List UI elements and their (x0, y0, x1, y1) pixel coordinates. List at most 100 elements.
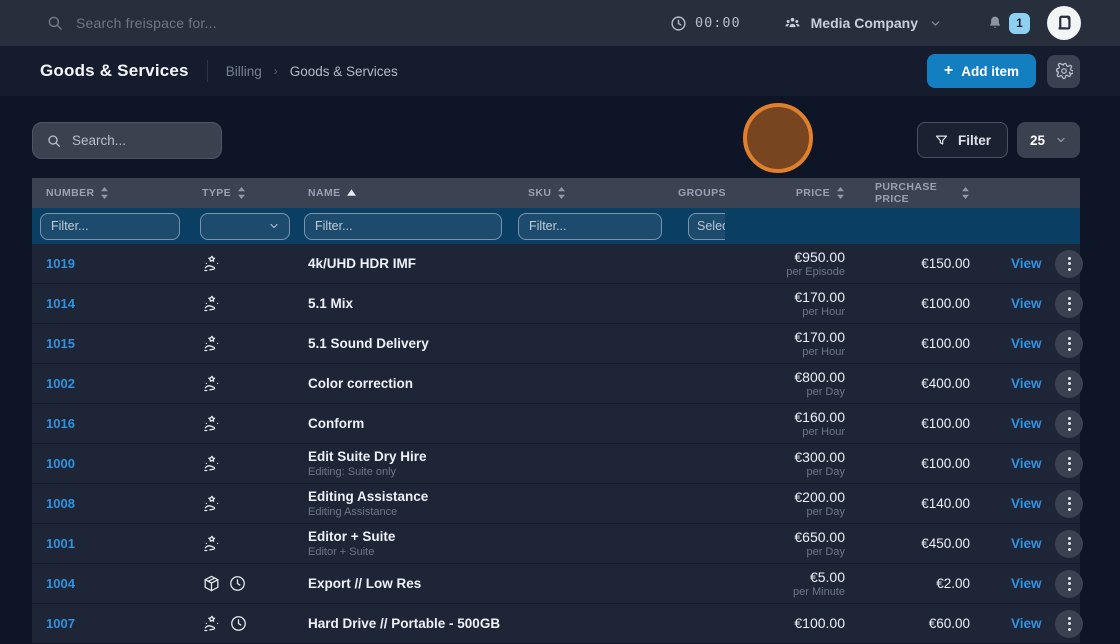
notifications-button[interactable]: 1 (986, 13, 1030, 34)
number-filter-input[interactable] (40, 213, 180, 240)
row-menu-button[interactable] (1055, 250, 1083, 278)
header-divider (207, 60, 208, 82)
filter-button-label: Filter (958, 133, 991, 148)
click-indicator (743, 103, 813, 173)
funnel-icon (934, 133, 949, 148)
view-link[interactable]: View (1011, 536, 1042, 551)
item-number-link[interactable]: 1019 (46, 256, 75, 271)
item-type-icons (188, 574, 294, 593)
item-purchase-price: €100.00 (875, 296, 1005, 311)
column-header-groups: GROUPS (664, 187, 750, 199)
page-header: Goods & Services Billing › Goods & Servi… (0, 46, 1120, 96)
row-menu-button[interactable] (1055, 330, 1083, 358)
page-size-select[interactable]: 25 (1017, 122, 1080, 158)
row-menu-button[interactable] (1055, 410, 1083, 438)
column-header-price[interactable]: PRICE (750, 187, 875, 199)
item-price-unit: per Episode (750, 267, 845, 278)
company-name: Media Company (811, 15, 918, 31)
breadcrumb: Billing › Goods & Services (226, 64, 398, 79)
item-purchase-price: €60.00 (875, 616, 1005, 631)
column-header-sku[interactable]: SKU (514, 187, 664, 199)
item-number-link[interactable]: 1000 (46, 456, 75, 471)
view-link[interactable]: View (1011, 576, 1042, 591)
item-price-unit: per Day (750, 547, 845, 558)
item-purchase-price: €100.00 (875, 416, 1005, 431)
settings-button[interactable] (1047, 55, 1080, 88)
row-menu-button[interactable] (1055, 530, 1083, 558)
type-filter-select[interactable] (200, 213, 290, 240)
item-name: Export // Low Res (308, 576, 514, 592)
item-name: Editor + Suite (308, 529, 514, 545)
view-link[interactable]: View (1011, 296, 1042, 311)
item-name: Conform (308, 416, 514, 432)
item-number-link[interactable]: 1004 (46, 576, 75, 591)
timer[interactable]: 00:00 (670, 15, 741, 32)
view-link[interactable]: View (1011, 416, 1042, 431)
view-link[interactable]: View (1011, 256, 1042, 271)
item-number-link[interactable]: 1002 (46, 376, 75, 391)
global-search-input[interactable]: Search freispace for... (46, 14, 670, 32)
item-number-link[interactable]: 1001 (46, 536, 75, 551)
clock-icon (228, 574, 247, 593)
company-switcher[interactable]: Media Company (783, 14, 942, 33)
item-number-link[interactable]: 1016 (46, 416, 75, 431)
item-price-unit: per Day (750, 387, 845, 398)
sort-icon (557, 187, 566, 199)
item-price: €300.00 (750, 449, 845, 465)
view-link[interactable]: View (1011, 376, 1042, 391)
view-link[interactable]: View (1011, 616, 1042, 631)
view-link[interactable]: View (1011, 456, 1042, 471)
item-name: 5.1 Mix (308, 296, 514, 312)
item-subtitle: Editing: Suite only (308, 467, 514, 478)
row-menu-button[interactable] (1055, 290, 1083, 318)
item-purchase-price: €150.00 (875, 256, 1005, 271)
item-number-link[interactable]: 1014 (46, 296, 75, 311)
item-purchase-price: €100.00 (875, 456, 1005, 471)
hand-sparkle-icon (202, 334, 222, 354)
item-price-unit: per Hour (750, 347, 845, 358)
avatar[interactable] (1047, 6, 1081, 40)
item-price: €170.00 (750, 289, 845, 305)
view-link[interactable]: View (1011, 496, 1042, 511)
row-menu-button[interactable] (1055, 570, 1083, 598)
row-menu-button[interactable] (1055, 490, 1083, 518)
table-row: 1016 Conform €160.00 per Hour €100.00 Vi… (32, 404, 1080, 444)
view-link[interactable]: View (1011, 336, 1042, 351)
item-purchase-price: €2.00 (875, 576, 1005, 591)
column-header-name[interactable]: NAME (294, 187, 514, 199)
item-price-unit: per Day (750, 507, 845, 518)
item-name: Edit Suite Dry Hire (308, 449, 514, 465)
breadcrumb-billing[interactable]: Billing (226, 64, 262, 79)
filter-button[interactable]: Filter (917, 122, 1008, 158)
row-menu-button[interactable] (1055, 370, 1083, 398)
item-number-link[interactable]: 1007 (46, 616, 75, 631)
item-number-link[interactable]: 1015 (46, 336, 75, 351)
table-row: 1001 Editor + Suite Editor + Suite €650.… (32, 524, 1080, 564)
column-header-purchase-price[interactable]: PURCHASE PRICE (875, 181, 1005, 205)
search-icon (46, 133, 62, 149)
bell-icon (986, 14, 1004, 32)
table-search-input[interactable]: Search... (32, 122, 222, 159)
page-size-value: 25 (1030, 133, 1045, 148)
hand-sparkle-icon (202, 454, 222, 474)
name-filter-input[interactable] (304, 213, 502, 240)
item-type-icons (188, 374, 294, 394)
item-name: Color correction (308, 376, 514, 392)
row-menu-button[interactable] (1055, 610, 1083, 638)
item-price: €160.00 (750, 409, 845, 425)
item-number-link[interactable]: 1008 (46, 496, 75, 511)
sort-icon (237, 187, 246, 199)
column-header-type[interactable]: TYPE (188, 187, 294, 199)
sort-icon (100, 187, 109, 199)
row-menu-button[interactable] (1055, 450, 1083, 478)
sku-filter-input[interactable] (518, 213, 662, 240)
item-type-icons (188, 414, 294, 434)
item-subtitle: Editor + Suite (308, 547, 514, 558)
item-price: €200.00 (750, 489, 845, 505)
column-header-number[interactable]: NUMBER (32, 187, 188, 199)
groups-filter-select[interactable]: Select (688, 213, 725, 240)
add-item-button[interactable]: + Add item (927, 54, 1036, 88)
breadcrumb-separator-icon: › (274, 64, 278, 78)
hand-sparkle-icon (202, 374, 222, 394)
table-row: 1019 4k/UHD HDR IMF €950.00 per Episode … (32, 244, 1080, 284)
